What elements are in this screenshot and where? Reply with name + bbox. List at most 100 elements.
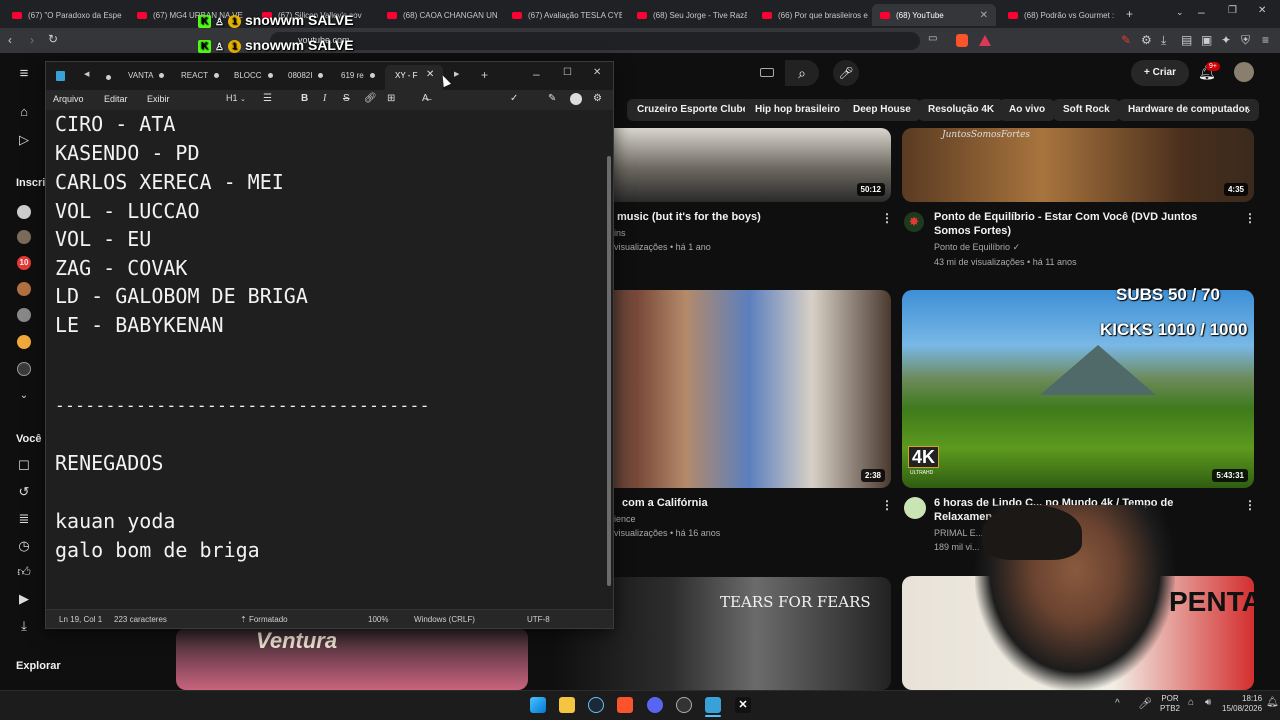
chevron-right-icon[interactable]: › (1246, 102, 1250, 117)
copilot-icon[interactable]: ✎ (548, 93, 556, 104)
filter-chip[interactable]: Deep House (843, 99, 921, 121)
browser-tab-active[interactable]: (68) YouTube ✕ (872, 4, 996, 26)
editor-scrollbar[interactable] (607, 156, 611, 586)
brave-shield-icon[interactable] (956, 34, 968, 47)
table-icon[interactable]: ⊞ (387, 93, 395, 104)
video-thumbnail[interactable]: JuntosSomosFortes 4:35 (902, 128, 1254, 202)
browser-tab[interactable]: (66) Por que brasileiros e (754, 4, 872, 26)
video-title[interactable]: Ponto de Equilíbrio - Estar Com Você (DV… (934, 210, 1224, 238)
your-videos-icon[interactable]: ▶ (16, 592, 32, 606)
more-actions-icon[interactable]: ⋮ (881, 498, 893, 512)
italic-icon[interactable]: I (323, 93, 326, 104)
brave-browser-icon[interactable] (617, 697, 633, 713)
notepad-tab[interactable]: VANTA (128, 71, 165, 80)
channel-name[interactable]: ience (614, 512, 636, 526)
filter-chip[interactable]: Soft Rock (1053, 99, 1120, 121)
file-explorer-icon[interactable] (559, 697, 575, 713)
explore-heading[interactable]: Explorar (16, 660, 61, 672)
back-icon[interactable]: ‹ (8, 34, 12, 46)
settings-gear-icon[interactable]: ⚙ (593, 93, 602, 104)
format-status[interactable]: ⇡ Formatado (240, 615, 288, 624)
channel-avatar[interactable] (17, 205, 31, 219)
video-title[interactable]: com a Califórnia (622, 496, 708, 510)
network-icon[interactable]: ⌂ (1188, 697, 1194, 708)
subscriptions-heading[interactable]: Inscri (16, 177, 45, 189)
download-icon[interactable]: ⤓ (1161, 34, 1166, 46)
close-tab-icon[interactable]: ✕ (980, 10, 988, 21)
link-icon[interactable]: 🔗︎ (364, 93, 377, 104)
minimize-window-icon[interactable]: – (533, 68, 540, 80)
encoding[interactable]: UTF-8 (527, 615, 550, 624)
close-window-icon[interactable]: ✕ (1258, 6, 1266, 16)
browser-tab[interactable]: (68) CAOA CHANGAN UN (379, 4, 497, 26)
strikethrough-icon[interactable]: S (343, 93, 350, 104)
filter-chip[interactable]: Cruzeiro Esporte Clube (627, 99, 759, 121)
heading-dropdown[interactable]: H1 ⌄ (226, 93, 246, 103)
channel-avatar[interactable] (17, 308, 31, 322)
video-thumbnail[interactable]: 50:12 (575, 128, 891, 202)
scroll-tabs-left-icon[interactable]: ◀ (84, 71, 89, 78)
brave-rewards-icon[interactable] (979, 35, 991, 46)
channel-name[interactable]: Ponto de Equilíbrio ✓ (934, 240, 1020, 254)
video-thumbnail[interactable]: Ventura (176, 628, 528, 690)
notification-center-icon[interactable]: 🔔︎ (1266, 697, 1279, 708)
liked-videos-icon[interactable]: 👍︎ (16, 565, 32, 579)
kick-app-icon[interactable]: ✕ (735, 697, 751, 713)
browser-tab[interactable]: (67) "O Paradoxo da Espe (4, 4, 122, 26)
input-language[interactable]: POR PTB2 (1160, 694, 1180, 714)
chevron-down-icon[interactable]: ⌄ (16, 389, 32, 403)
zoom-level[interactable]: 100% (368, 615, 388, 624)
channel-name[interactable]: ins (614, 226, 626, 240)
vpn-icon[interactable]: ⛨ (1241, 34, 1250, 46)
browser-tab[interactable]: (68) Podrão vs Gourmet : (1000, 4, 1118, 26)
scroll-tabs-right-icon[interactable]: ▶ (454, 71, 459, 78)
volume-icon[interactable]: 🔊︎ (1205, 697, 1211, 708)
downloads-icon[interactable]: ⤓ (16, 619, 32, 633)
more-actions-icon[interactable]: ⋮ (1244, 211, 1256, 225)
cast-icon[interactable]: ▭ (928, 34, 937, 44)
channel-avatar[interactable]: 10 (17, 256, 31, 270)
filter-chip[interactable]: Hip hop brasileiro (745, 99, 851, 121)
menu-icon[interactable]: ≡ (1262, 34, 1269, 46)
channel-avatar[interactable]: ✸ (904, 212, 924, 232)
microphone-icon[interactable]: 🎤︎ (833, 60, 859, 86)
notepad-taskbar-icon[interactable] (705, 697, 721, 713)
notepad-tab[interactable]: BLOCC (234, 71, 273, 80)
channel-avatar[interactable] (17, 282, 31, 296)
notepad-editor[interactable]: CIRO - ATA KASENDO - PD CARLOS XERECA - … (46, 110, 613, 609)
clock[interactable]: 18:16 15/08/2026 (1222, 694, 1262, 714)
you-heading[interactable]: Você (16, 433, 41, 445)
menu-view[interactable]: Exibir (147, 94, 170, 104)
channel-avatar[interactable] (17, 230, 31, 244)
more-actions-icon[interactable]: ⋮ (881, 211, 893, 225)
spellcheck-icon[interactable]: ✓ (510, 93, 518, 104)
notepad-tab[interactable]: 619 re (341, 71, 375, 80)
bold-icon[interactable]: B (301, 93, 308, 104)
channel-avatar[interactable] (17, 335, 31, 349)
close-window-icon[interactable]: ✕ (593, 68, 601, 78)
account-icon[interactable] (570, 93, 582, 105)
extension-icon[interactable]: ✎ (1121, 34, 1131, 46)
home-icon[interactable]: ⌂ (16, 105, 32, 119)
playlists-icon[interactable]: ≣ (16, 512, 32, 526)
more-actions-icon[interactable]: ⋮ (1244, 498, 1256, 512)
create-button[interactable]: + Criar (1131, 60, 1189, 86)
your-channel-icon[interactable]: ☐ (16, 459, 32, 473)
menu-file[interactable]: Arquivo (53, 94, 84, 104)
notepad-tab-active[interactable]: XY - F ✕ (385, 65, 443, 90)
close-tab-icon[interactable]: ✕ (426, 69, 434, 80)
filter-chip[interactable]: Resolução 4K (918, 99, 1005, 121)
watch-later-icon[interactable]: ◷ (16, 539, 32, 553)
windows-start-icon[interactable] (530, 697, 546, 713)
filter-chip[interactable]: Ao vivo (999, 99, 1056, 121)
tab-search-icon[interactable]: ⌄ (1176, 8, 1184, 17)
extension-icon[interactable]: ⚙ (1141, 34, 1152, 46)
menu-edit[interactable]: Editar (104, 94, 128, 104)
microphone-tray-icon[interactable]: 🎤︎ (1138, 697, 1152, 710)
history-icon[interactable]: ↺ (16, 485, 32, 499)
maximize-window-icon[interactable]: ❐ (1228, 6, 1237, 16)
video-thumbnail[interactable]: 2:38 (575, 290, 891, 488)
app-icon[interactable] (676, 697, 692, 713)
account-avatar[interactable] (1234, 62, 1254, 82)
filter-chip[interactable]: Hardware de computador (1118, 99, 1259, 121)
